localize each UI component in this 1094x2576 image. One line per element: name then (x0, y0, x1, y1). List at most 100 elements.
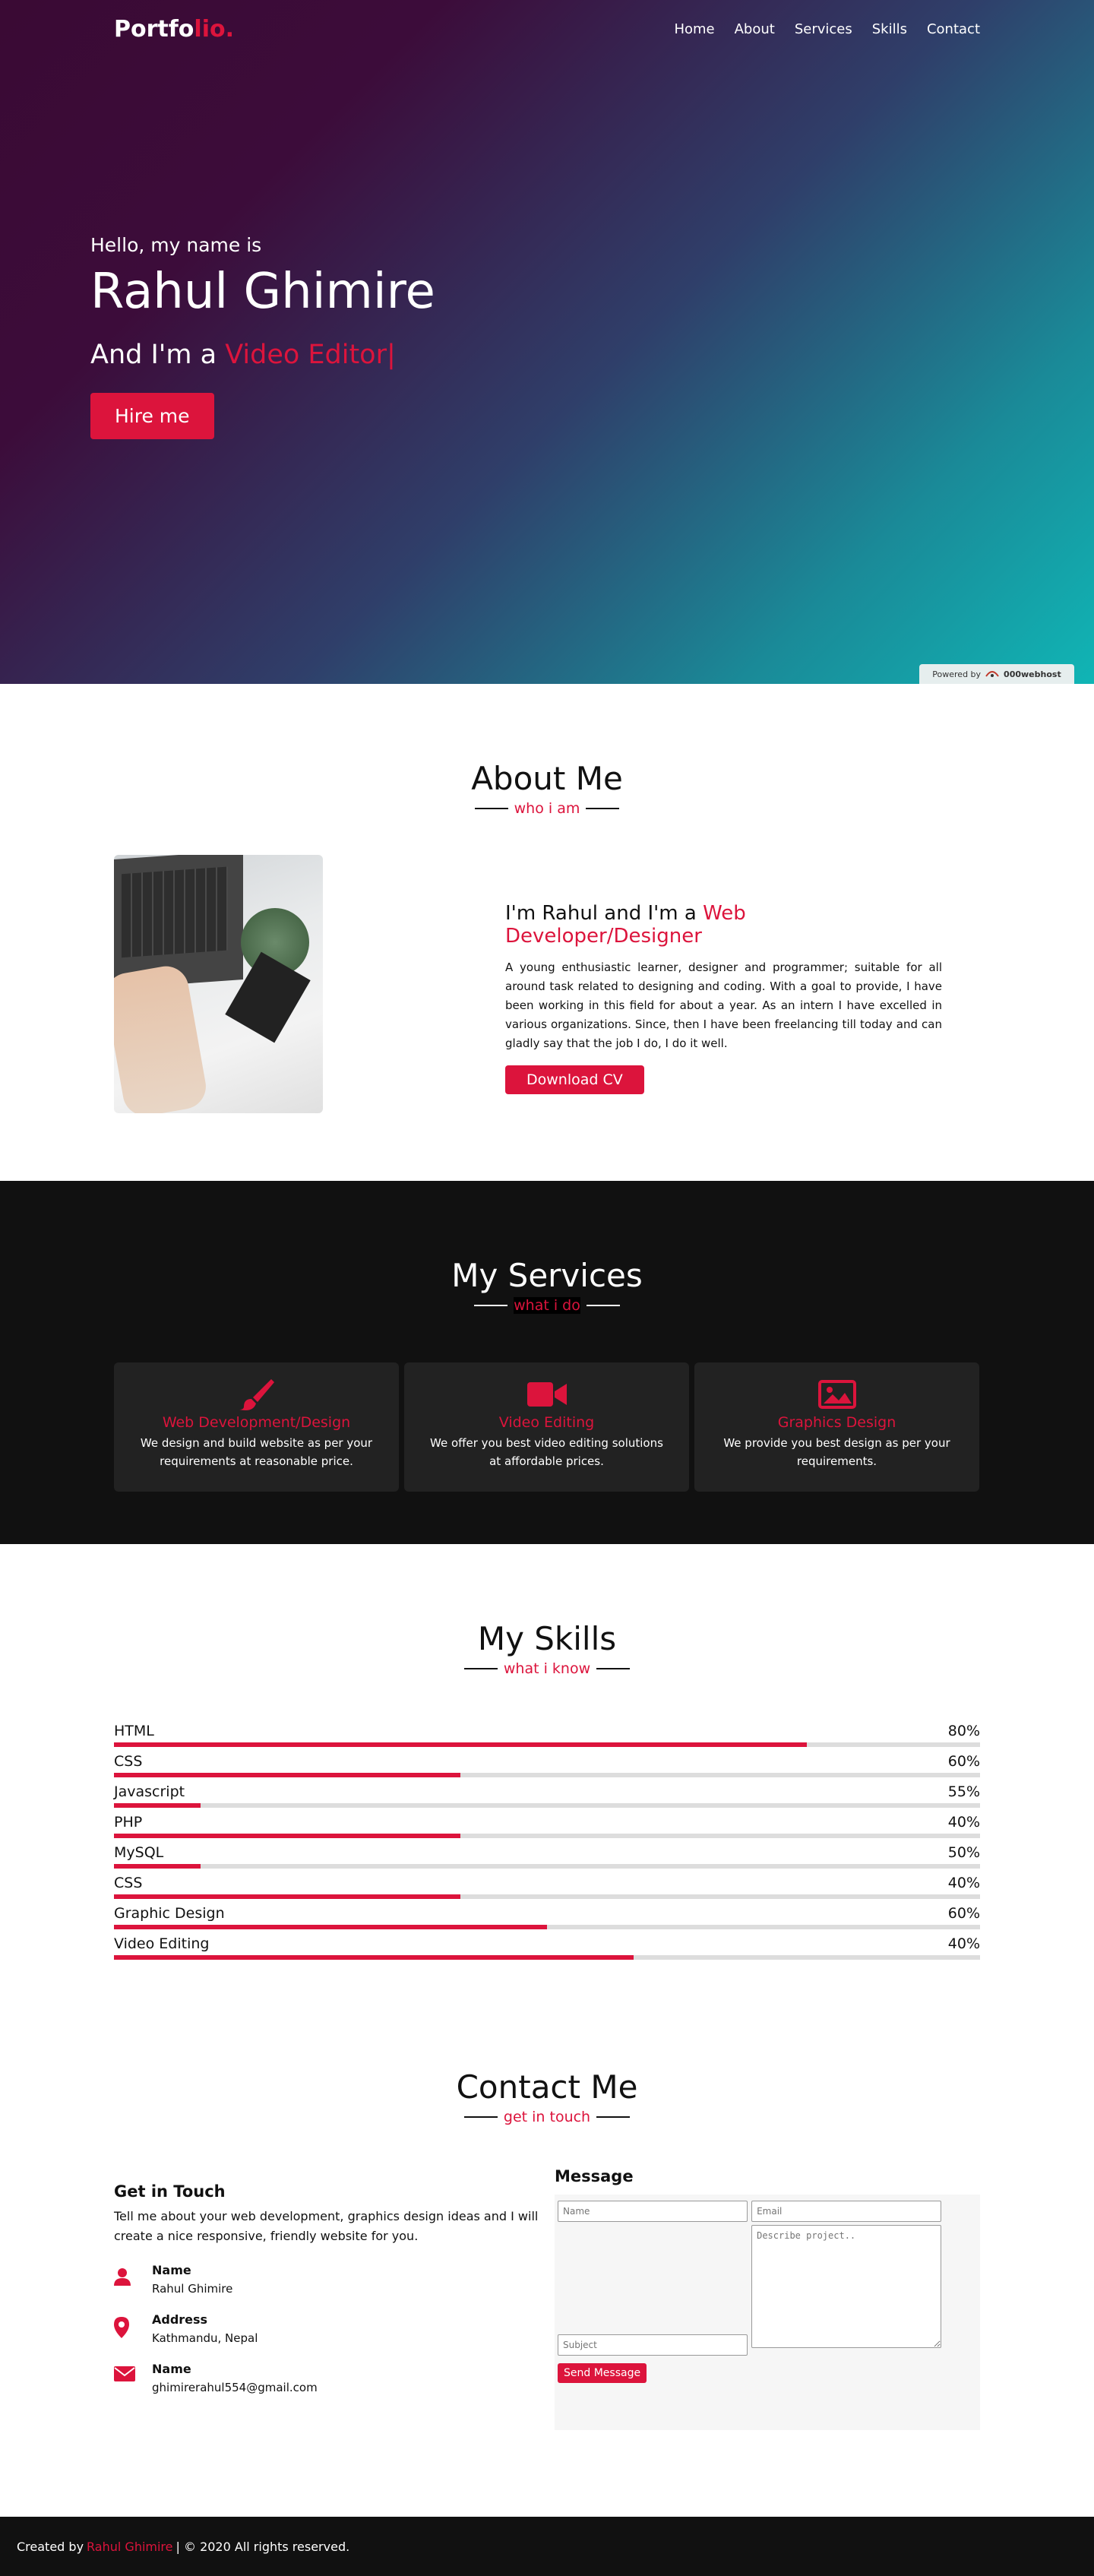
services-section: My Services what i do Web Development/De… (0, 1181, 1094, 1544)
info-value: Rahul Ghimire (152, 2282, 233, 2296)
skill-name: HTML (114, 1723, 154, 1739)
nav-item-about[interactable]: About (735, 21, 775, 37)
divider (586, 1305, 620, 1306)
contact-section: Contact Me get in touch Get in Touch Tel… (0, 1992, 1094, 2517)
service-title: Video Editing (498, 1414, 595, 1431)
info-head: Name (152, 2362, 191, 2376)
skills-section: My Skills what i know HTML 80% CSS 60% Jav… (0, 1544, 1094, 1992)
image-icon (694, 1378, 979, 1411)
logo-text: Portfo (114, 15, 194, 43)
webhost-logo-icon (985, 669, 999, 680)
skill-bar-fill (114, 1955, 634, 1960)
nav-item-contact[interactable]: Contact (927, 21, 980, 37)
skill-percent: 55% (947, 1783, 980, 1800)
email-field[interactable] (751, 2201, 942, 2222)
skill-name: CSS (114, 1875, 143, 1891)
nav-item-services[interactable]: Services (795, 21, 852, 37)
skill-percent: 60% (947, 1753, 980, 1770)
divider (463, 2116, 498, 2118)
contact-info: Get in Touch Tell me about your web deve… (114, 2167, 555, 2430)
about-heading: I'm Rahul and I'm a Web Developer/Design… (505, 902, 942, 948)
service-title: Web Development/Design (162, 1414, 351, 1431)
skill-item: PHP 40% (114, 1808, 980, 1838)
service-desc: We offer you best video editing solution… (430, 1436, 663, 1468)
map-marker-icon (114, 2312, 152, 2345)
download-cv-button[interactable]: Download CV (505, 1065, 644, 1094)
about-row: I'm Rahul and I'm a Web Developer/Design… (0, 855, 1094, 1113)
keyboard-shape (122, 866, 228, 958)
get-in-touch-heading: Get in Touch (114, 2182, 226, 2201)
skill-item: HTML 80% (114, 1717, 980, 1747)
footer-copyright: | © 2020 All rights reserved. (175, 2539, 350, 2554)
hire-me-button[interactable]: Hire me (90, 393, 214, 439)
skill-item: CSS 60% (114, 1747, 980, 1777)
skills-subtitle: what i know (0, 1660, 1094, 1677)
skill-item: CSS 40% (114, 1869, 980, 1899)
info-value: ghimirerahul554@gmail.com (152, 2381, 318, 2394)
service-cards: Web Development/Design We design and bui… (0, 1362, 1094, 1492)
divider (463, 1668, 498, 1669)
skills-subtitle-text: what i know (503, 1660, 591, 1677)
info-head: Name (152, 2263, 191, 2277)
arm-shape (114, 962, 210, 1113)
skill-name: Video Editing (114, 1935, 210, 1952)
nav-item-skills[interactable]: Skills (872, 21, 907, 37)
footer-author-link[interactable]: Rahul Ghimire (87, 2540, 172, 2554)
hero-role-prefix: And I'm a (90, 340, 226, 370)
navbar: Portfolio. Home About Services Skills Co… (0, 0, 1094, 58)
footer: Created by Rahul Ghimire | © 2020 All ri… (0, 2517, 1094, 2576)
skill-item: Graphic Design 60% (114, 1899, 980, 1929)
logo-accent: lio. (194, 15, 234, 43)
subject-field[interactable] (558, 2334, 748, 2356)
message-form-area: Message Send Message (555, 2167, 980, 2430)
about-image (114, 855, 323, 1113)
contact-title: Contact Me (456, 2068, 638, 2106)
skill-name: MySQL (114, 1844, 164, 1861)
services-subtitle: what i do (0, 1297, 1094, 1314)
service-card: Graphics Design We provide you best desi… (694, 1362, 979, 1492)
envelope-icon (114, 2362, 152, 2394)
skill-percent: 50% (947, 1844, 980, 1861)
send-message-button[interactable]: Send Message (558, 2363, 647, 2383)
services-subtitle-text: what i do (514, 1297, 580, 1314)
footer-prefix: Created by (17, 2539, 84, 2554)
skill-name: CSS (114, 1753, 143, 1770)
user-icon (114, 2263, 152, 2296)
skill-percent: 80% (947, 1723, 980, 1739)
info-address: Address Kathmandu, Nepal (114, 2312, 555, 2345)
info-email: Name ghimirerahul554@gmail.com (114, 2362, 555, 2394)
about-heading-prefix: I'm Rahul and I'm a (505, 902, 704, 925)
powered-brand: 000webhost (1004, 669, 1061, 679)
about-subtitle: who i am (0, 800, 1094, 817)
skill-item: MySQL 50% (114, 1838, 980, 1869)
skills-title: My Skills (477, 1620, 617, 1657)
about-subtitle-text: who i am (514, 800, 580, 817)
about-title: About Me (471, 760, 623, 797)
skill-percent: 40% (947, 1875, 980, 1891)
about-text: I'm Rahul and I'm a Web Developer/Design… (505, 902, 942, 1113)
info-name: Name Rahul Ghimire (114, 2263, 555, 2296)
get-in-touch-desc: Tell me about your web development, grap… (114, 2209, 539, 2243)
service-desc: We provide you best design as per your r… (723, 1436, 950, 1468)
paint-brush-icon (114, 1378, 399, 1411)
skill-percent: 40% (947, 1814, 980, 1831)
about-body: A young enthusiastic learner, designer a… (505, 960, 942, 1050)
service-title: Graphics Design (777, 1414, 896, 1431)
logo[interactable]: Portfolio. (114, 16, 234, 43)
name-field[interactable] (558, 2201, 748, 2222)
service-desc: We design and build website as per your … (140, 1436, 373, 1468)
nav-item-home[interactable]: Home (674, 21, 714, 37)
info-head: Address (152, 2312, 208, 2327)
laptop-shape (114, 855, 243, 989)
hero-name: Rahul Ghimire (90, 264, 435, 320)
powered-by-badge[interactable]: Powered by 000webhost (919, 664, 1074, 684)
service-card: Video Editing We offer you best video ed… (404, 1362, 689, 1492)
contact-row: Get in Touch Tell me about your web deve… (0, 2167, 1094, 2430)
skill-name: Graphic Design (114, 1905, 225, 1922)
divider (596, 2116, 631, 2118)
skills-list: HTML 80% CSS 60% Javascript 55% PHP 40% MySQ… (0, 1717, 1094, 1960)
skill-percent: 60% (947, 1905, 980, 1922)
message-title: Message (555, 2167, 634, 2185)
message-form: Send Message (555, 2195, 980, 2430)
project-description-field[interactable] (751, 2225, 942, 2348)
